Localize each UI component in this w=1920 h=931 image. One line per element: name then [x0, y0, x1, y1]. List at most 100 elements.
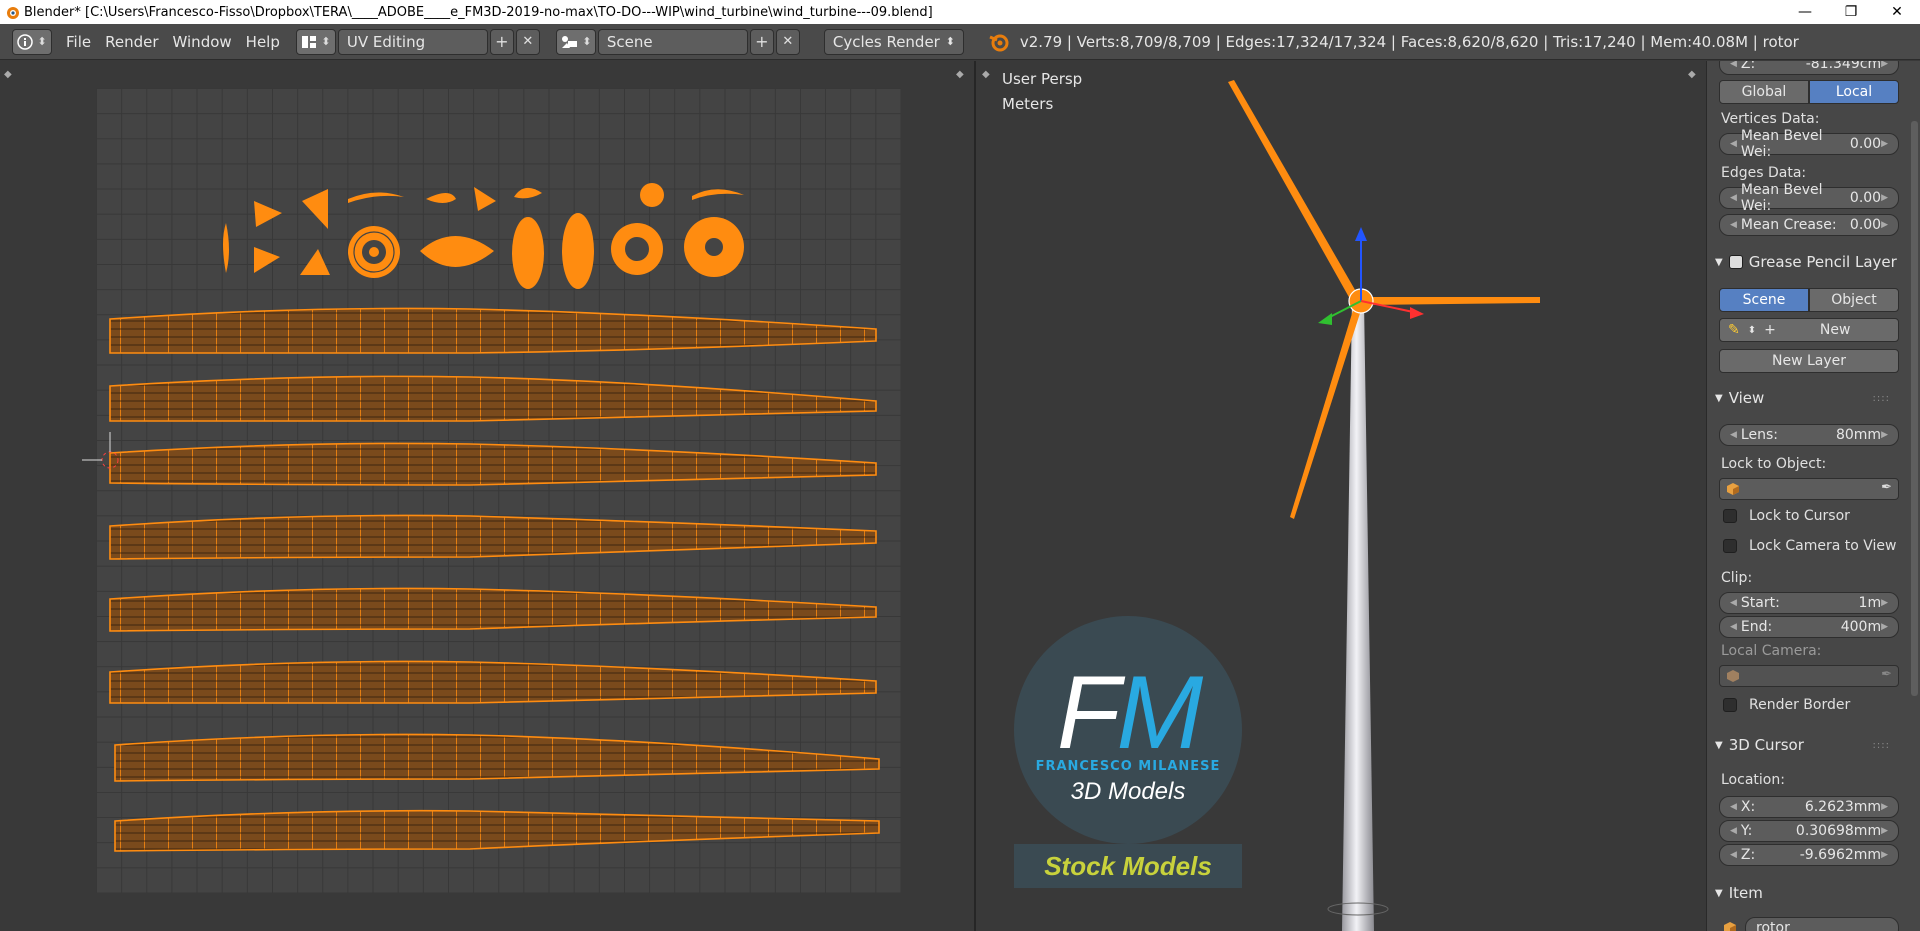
logo-letter-f: F [1056, 655, 1121, 771]
fm-watermark-logo: FM FRANCESCO MILANESE 3D Models [1014, 616, 1242, 844]
edges-data-label: Edges Data: [1721, 165, 1807, 181]
info-header: ⬍ File Render Window Help ⬍ UV Editing +… [0, 24, 1920, 60]
mean-crease-field[interactable]: ◀ Mean Crease: 0.00 ▶ [1719, 214, 1899, 236]
cube-icon [1724, 922, 1736, 931]
clip-label: Clip: [1721, 570, 1753, 586]
logo-letter-m: M [1116, 655, 1203, 771]
render-engine-selector[interactable]: Cycles Render ⬍ [823, 28, 964, 55]
grease-pencil-checkbox[interactable] [1728, 255, 1743, 269]
local-button[interactable]: Local [1809, 80, 1899, 104]
add-scene-button[interactable]: + [749, 28, 774, 55]
menu-render[interactable]: Render [105, 33, 158, 51]
3d-viewport[interactable]: ◆ User Persp Meters FM FRANCESCO MILANES… [978, 61, 1706, 931]
add-icon: + [1764, 322, 1776, 338]
lock-camera-checkbox[interactable] [1723, 539, 1737, 553]
cube-icon [1727, 483, 1739, 495]
close-button[interactable]: ✕ [1874, 0, 1920, 24]
dropdown-arrows-icon: ⬍ [1747, 324, 1757, 336]
item-name-field[interactable]: rotor [1745, 917, 1899, 931]
location-z-field[interactable]: ◀ Z: -81.349cm ▶ [1719, 61, 1899, 75]
transform-manipulator[interactable] [1318, 227, 1424, 325]
scene-icon [562, 35, 578, 48]
local-camera-field: ✒ [1719, 665, 1899, 687]
sidebar-scrollbar[interactable] [1911, 121, 1918, 696]
eyedropper-icon[interactable]: ✒ [1881, 480, 1892, 495]
area-corner-handle[interactable]: ◆ [1688, 69, 1700, 81]
maximize-button[interactable]: ❐ [1828, 0, 1874, 24]
minimize-button[interactable]: — [1782, 0, 1828, 24]
blade-uv-islands [109, 307, 880, 852]
dropdown-arrows-icon: ⬍ [37, 35, 47, 48]
lock-object-field[interactable]: ✒ [1719, 478, 1899, 500]
screen-layout-name[interactable]: UV Editing [337, 28, 488, 55]
grease-pencil-section-header[interactable]: ▼ Grease Pencil Layer [1715, 253, 1897, 271]
transform-space-toggle: Global Local [1719, 80, 1899, 104]
collapse-triangle-icon: ▼ [1715, 739, 1723, 751]
scene-statistics: v2.79 | Verts:8,709/8,709 | Edges:17,324… [1019, 32, 1799, 51]
render-border-option[interactable]: Render Border [1723, 697, 1850, 713]
gp-object-button[interactable]: Object [1809, 288, 1899, 312]
remove-scene-button[interactable]: ✕ [775, 28, 800, 55]
info-icon [17, 33, 34, 50]
dropdown-arrows-icon: ⬍ [945, 35, 955, 48]
clip-end-field[interactable]: ◀ End: 400m ▶ [1719, 616, 1899, 638]
add-screen-button[interactable]: + [489, 28, 514, 55]
window-title: Blender* [C:\Users\Francesco-Fisso\Dropb… [24, 4, 933, 20]
lens-field[interactable]: ◀ Lens: 80mm ▶ [1719, 424, 1899, 446]
uv-islands[interactable] [0, 61, 976, 931]
view-section-header[interactable]: ▼ View [1715, 389, 1764, 407]
collapse-triangle-icon: ▼ [1715, 887, 1723, 899]
scene-name[interactable]: Scene [597, 28, 748, 55]
cursor-location-label: Location: [1721, 772, 1785, 788]
clip-start-field[interactable]: ◀ Start: 1m ▶ [1719, 592, 1899, 614]
window-titlebar: Blender* [C:\Users\Francesco-Fisso\Dropb… [0, 0, 1920, 24]
cursor-y-field[interactable]: ◀ Y: 0.30698mm ▶ [1719, 820, 1899, 842]
scene-selector[interactable]: ⬍ [555, 28, 596, 55]
dropdown-arrows-icon: ⬍ [321, 35, 331, 48]
menu-help[interactable]: Help [246, 33, 280, 51]
vertex-bevel-weight-field[interactable]: ◀ Mean Bevel Wei: 0.00 ▶ [1719, 128, 1899, 160]
pencil-icon: ✎ [1728, 322, 1740, 338]
global-button[interactable]: Global [1719, 80, 1809, 104]
lock-to-cursor-checkbox[interactable] [1723, 509, 1737, 523]
turbine-blades [1228, 80, 1540, 519]
screen-layout-selector[interactable]: ⬍ [295, 28, 336, 55]
local-camera-label: Local Camera: [1721, 643, 1822, 659]
lock-to-object-label: Lock to Object: [1721, 456, 1827, 472]
cursor-x-field[interactable]: ◀ X: 6.2623mm ▶ [1719, 796, 1899, 818]
3d-cursor-section-header[interactable]: ▼ 3D Cursor [1715, 736, 1804, 754]
grease-pencil-source-toggle: Scene Object [1719, 288, 1899, 312]
editor-type-selector[interactable]: ⬍ [12, 28, 52, 55]
new-layer-button[interactable]: New Layer [1719, 349, 1899, 373]
eyedropper-icon: ✒ [1881, 667, 1892, 682]
vertices-data-label: Vertices Data: [1721, 111, 1820, 127]
menu-window[interactable]: Window [173, 33, 232, 51]
edge-bevel-weight-field[interactable]: ◀ Mean Bevel Wei: 0.00 ▶ [1719, 182, 1899, 214]
layout-grid-icon [302, 35, 317, 48]
blender-logo-icon [989, 34, 1009, 51]
blender-app-icon [7, 7, 19, 19]
gp-new-button[interactable]: ✎ ⬍ + New [1719, 318, 1899, 342]
gp-scene-button[interactable]: Scene [1719, 288, 1809, 312]
cursor-z-field[interactable]: ◀ Z: -9.6962mm ▶ [1719, 844, 1899, 866]
collapse-triangle-icon: ▼ [1715, 256, 1723, 268]
remove-screen-button[interactable]: ✕ [515, 28, 540, 55]
properties-sidebar: ◀ Z: -81.349cm ▶ Global Local Vertices Data… [1706, 61, 1920, 931]
turbine-tower [1342, 301, 1374, 931]
area-corner-handle[interactable]: ◆ [956, 69, 968, 81]
dropdown-arrows-icon: ⬍ [582, 35, 592, 48]
uv-image-editor[interactable]: ◆ ◆ [0, 61, 976, 931]
logo-tagline: 3D Models [1070, 778, 1186, 805]
lock-to-cursor-option[interactable]: Lock to Cursor [1723, 508, 1850, 524]
panel-grip-icon[interactable]: :::: [1873, 393, 1890, 404]
logo-subtitle: FRANCESCO MILANESE [1035, 759, 1221, 774]
cube-icon [1727, 670, 1739, 682]
panel-grip-icon[interactable]: :::: [1873, 740, 1890, 751]
render-border-checkbox[interactable] [1723, 698, 1737, 712]
item-section-header[interactable]: ▼ Item [1715, 884, 1763, 902]
render-engine-label: Cycles Render [832, 32, 940, 51]
stock-models-banner: Stock Models [1014, 844, 1242, 888]
menu-file[interactable]: File [66, 33, 91, 51]
collapse-triangle-icon: ▼ [1715, 392, 1723, 404]
lock-camera-option[interactable]: Lock Camera to View [1723, 538, 1897, 554]
